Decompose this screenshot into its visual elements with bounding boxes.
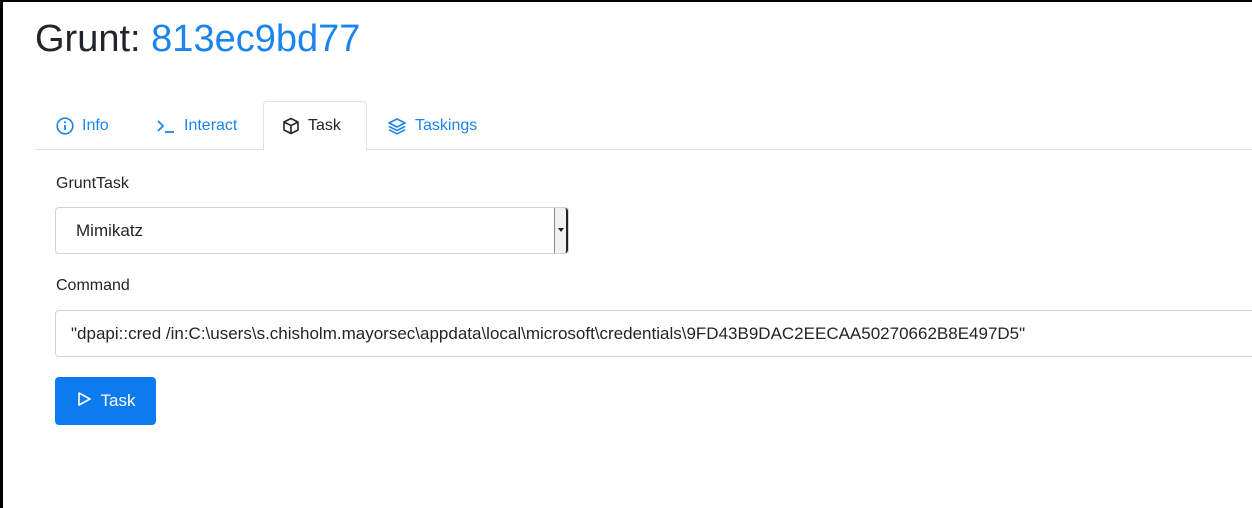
play-outline-icon (76, 391, 92, 412)
command-input-value: "dpapi::cred /in:C:\users\s.chisholm.may… (71, 323, 1026, 343)
box-icon (282, 117, 300, 135)
terminal-icon (156, 118, 176, 134)
command-input[interactable]: "dpapi::cred /in:C:\users\s.chisholm.may… (55, 310, 1252, 357)
task-button-label: Task (100, 391, 136, 410)
page-frame: Grunt: 813ec9bd77 Info Interact Task Tas… (0, 0, 1252, 508)
command-label: Command (56, 277, 130, 294)
tab-interact[interactable]: Interact (156, 101, 237, 150)
chevron-down-icon (558, 228, 564, 232)
tab-label: Interact (184, 116, 238, 134)
tab-info[interactable]: Info (56, 101, 109, 150)
layers-icon (387, 117, 407, 135)
info-circle-icon (56, 116, 74, 135)
grunttask-label: GruntTask (56, 175, 129, 192)
page-title-prefix: Grunt: (35, 18, 141, 60)
grunttask-selected-value: Mimikatz (76, 220, 144, 240)
grunt-id: 813ec9bd77 (151, 18, 361, 60)
select-dropdown-toggle[interactable] (554, 208, 568, 253)
tab-bar: Info Interact Task Taskings (35, 101, 1252, 151)
tab-label: Info (82, 116, 109, 134)
grunttask-select[interactable]: Mimikatz (55, 207, 569, 254)
task-submit-button[interactable]: Task (55, 377, 156, 425)
tab-taskings[interactable]: Taskings (387, 101, 477, 150)
tab-label: Taskings (415, 116, 478, 134)
tab-task[interactable]: Task (263, 101, 367, 151)
page-title: Grunt: 813ec9bd77 (35, 14, 360, 64)
tab-label: Task (308, 117, 341, 134)
